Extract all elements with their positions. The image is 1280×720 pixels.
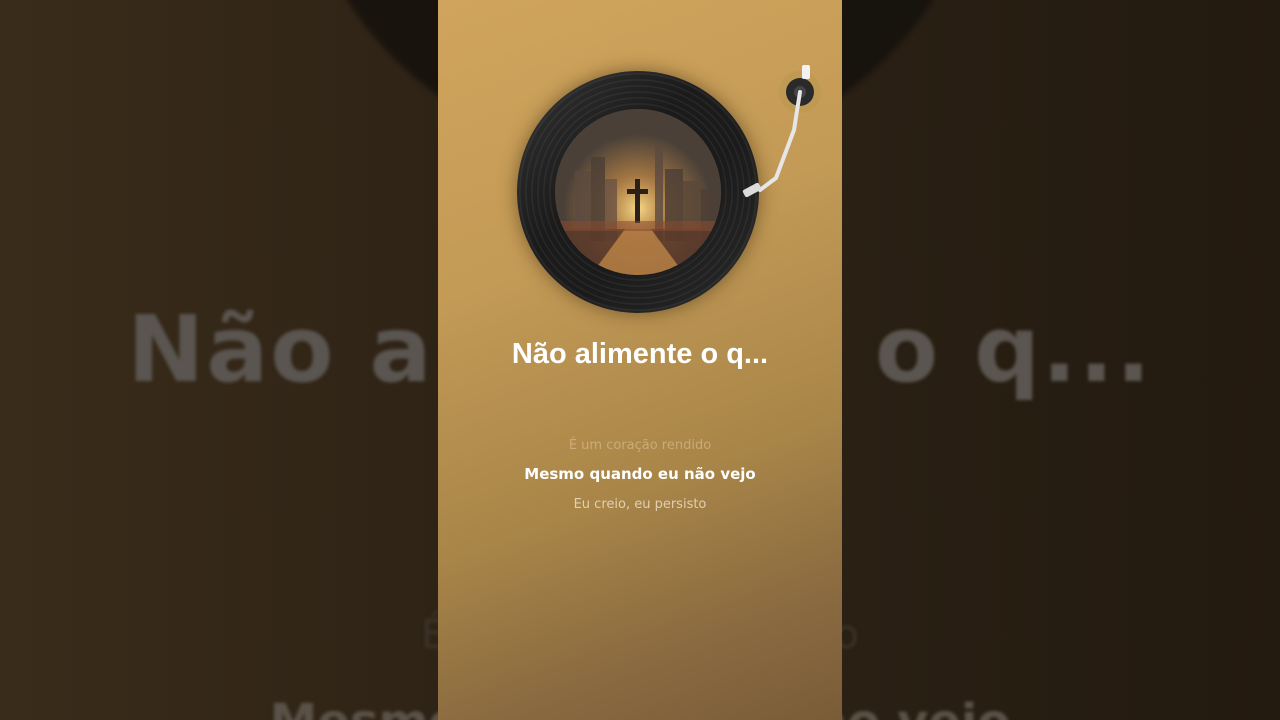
lyric-next-line: Eu creio, eu persisto	[573, 497, 707, 512]
song-title: Não alimente o q...	[511, 338, 769, 370]
album-artwork	[555, 109, 721, 275]
player-panel: Não alimente o q... É um coração rendido…	[438, 0, 842, 720]
album-art-scene	[555, 109, 721, 275]
lyric-current-line: Mesmo quando eu não vejo	[524, 465, 756, 483]
tonearm-icon[interactable]	[738, 60, 828, 210]
lyric-previous-line: É um coração rendido	[568, 438, 712, 453]
vinyl-record-icon	[517, 71, 759, 313]
